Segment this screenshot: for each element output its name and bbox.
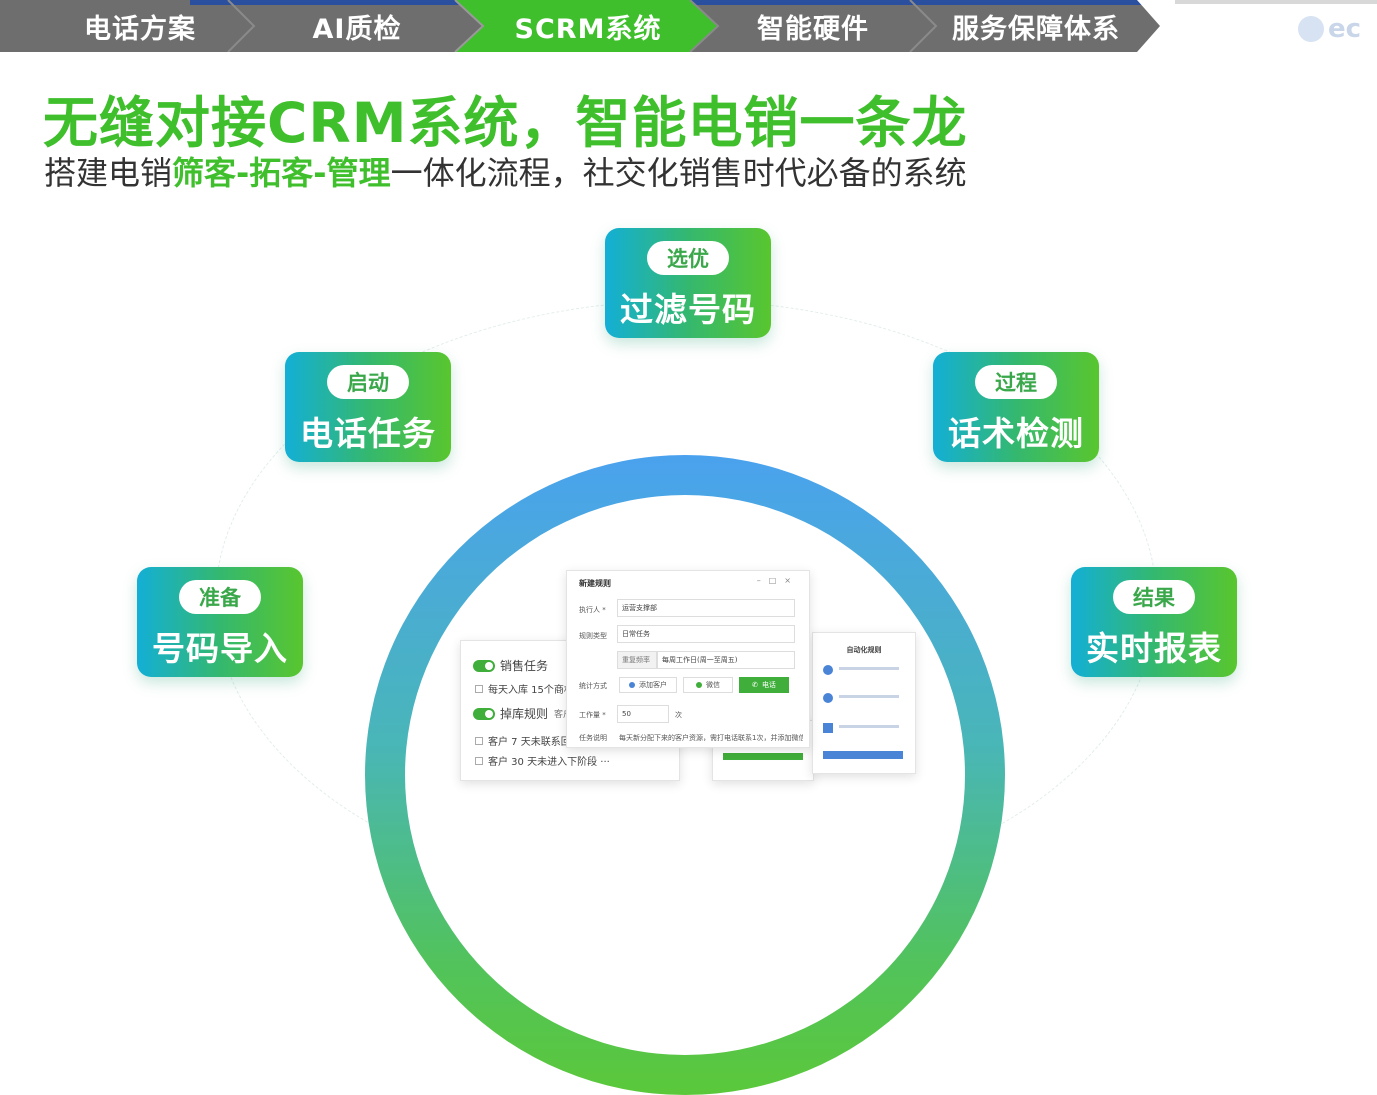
card-label: 电话任务 <box>300 414 436 453</box>
card-tag: 结果 <box>1113 580 1195 614</box>
repeat-field[interactable]: 每周工作日(周一至周五) <box>657 651 795 669</box>
text-placeholder <box>839 667 899 670</box>
user-icon <box>629 682 635 688</box>
card-number-import[interactable]: 准备 号码导入 <box>137 567 303 677</box>
sales-task-label: 销售任务 <box>500 659 549 673</box>
confirm-button[interactable] <box>823 751 903 759</box>
card-realtime-report[interactable]: 结果 实时报表 <box>1071 567 1237 677</box>
card-tag: 选优 <box>647 241 729 275</box>
tab-ai-qc[interactable]: AI质检 <box>262 0 452 52</box>
toggle-switch[interactable] <box>473 659 495 672</box>
rule2-row: 客户 30 天未进入下阶段 ··· <box>475 753 610 768</box>
card-script-detection[interactable]: 过程 话术检测 <box>933 352 1099 462</box>
wechat-label: 微信 <box>706 681 720 689</box>
phone-icon: ✆ <box>752 681 758 689</box>
minimize-icon[interactable]: – <box>757 576 769 585</box>
add-customer-button[interactable]: 添加客户 <box>619 677 677 693</box>
maximize-icon[interactable]: □ <box>769 576 785 585</box>
daily-in-text: 每天入库 15个商机 <box>488 685 574 696</box>
executor-label: 执行人 * <box>579 606 606 614</box>
subtitle-highlight: 筛客-拓客-管理 <box>172 154 391 192</box>
executor-field[interactable]: 运营支撑部 <box>617 599 795 617</box>
daily-in-row: 每天入库 15个商机 <box>475 681 574 696</box>
checkbox[interactable] <box>475 684 483 693</box>
chevron-divider <box>909 0 938 52</box>
brand-logo: ec <box>1298 12 1368 46</box>
card-tag: 过程 <box>975 365 1057 399</box>
logo-text: ec <box>1328 14 1362 44</box>
card-label: 过滤号码 <box>620 290 756 329</box>
toggle-switch[interactable] <box>473 707 495 720</box>
sales-task-row: 销售任务 <box>473 657 548 674</box>
logo-icon <box>1298 16 1324 42</box>
page-subtitle: 搭建电销筛客-拓客-管理一体化流程，社交化销售时代必备的系统 <box>44 148 967 194</box>
rule-type-field[interactable]: 日常任务 <box>617 625 795 643</box>
close-icon[interactable]: × <box>784 576 799 585</box>
tab-smart-hardware[interactable]: 智能硬件 <box>720 0 906 52</box>
nav-right-strip <box>1175 0 1377 4</box>
checkbox[interactable] <box>475 736 483 745</box>
back-panel-bar <box>723 753 803 760</box>
card-phone-task[interactable]: 启动 电话任务 <box>285 352 451 462</box>
card-label: 号码导入 <box>152 629 288 668</box>
subtitle-before: 搭建电销 <box>44 154 173 192</box>
subtitle-after: 一体化流程，社交化销售时代必备的系统 <box>390 154 967 192</box>
checkbox[interactable] <box>475 756 483 765</box>
rule-type-label: 规则类型 <box>579 632 607 640</box>
card-label: 话术检测 <box>948 414 1084 453</box>
new-rule-dialog: 新建规则 –□× 执行人 * 运营支撑部 规则类型 日常任务 重复频率 每周工作… <box>566 570 810 748</box>
chart-icon <box>823 723 833 733</box>
workload-field[interactable]: 50 <box>617 705 669 723</box>
wechat-icon <box>696 682 702 688</box>
wechat-button[interactable]: 微信 <box>683 677 733 693</box>
flow-icon <box>823 693 833 703</box>
tab-service-guarantee[interactable]: 服务保障体系 <box>938 0 1134 52</box>
drop-rule-label: 掉库规则 <box>500 707 549 721</box>
card-filter-numbers[interactable]: 选优 过滤号码 <box>605 228 771 338</box>
card-label: 实时报表 <box>1086 629 1222 668</box>
workload-unit: 次 <box>675 711 682 719</box>
stat-label: 统计方式 <box>579 682 607 690</box>
dialog-title: 新建规则 <box>579 579 611 588</box>
top-nav: 电话方案 AI质检 SCRM系统 智能硬件 服务保障体系 ec <box>0 0 1377 52</box>
add-customer-label: 添加客户 <box>639 681 667 689</box>
rule2-text: 客户 30 天未进入下阶段 ··· <box>488 757 610 768</box>
desc-text: 每天新分配下来的客户资源，需打电话联系1次，并添加微信 <box>619 734 803 742</box>
workload-label: 工作量 * <box>579 711 606 719</box>
automation-panel: 自动化规则 <box>812 632 916 774</box>
phone-button[interactable]: ✆ 电话 <box>739 677 789 693</box>
desc-label: 任务说明 <box>579 734 607 742</box>
card-tag: 准备 <box>179 580 261 614</box>
gear-icon <box>823 665 833 675</box>
text-placeholder <box>839 695 899 698</box>
drop-rule-row: 掉库规则 客户资 <box>473 705 581 722</box>
window-controls: –□× <box>757 576 799 585</box>
text-placeholder <box>839 725 899 728</box>
tab-scrm-system[interactable]: SCRM系统 <box>488 0 688 52</box>
automation-title: 自动化规则 <box>846 646 882 654</box>
nav-end-cap <box>1137 0 1175 52</box>
phone-label: 电话 <box>761 681 776 689</box>
repeat-label-box: 重复频率 <box>617 651 657 669</box>
chevron-divider <box>227 0 256 52</box>
page-title: 无缝对接CRM系统，智能电销一条龙 <box>43 91 968 155</box>
tab-phone-plan[interactable]: 电话方案 <box>52 0 228 52</box>
card-tag: 启动 <box>327 365 409 399</box>
